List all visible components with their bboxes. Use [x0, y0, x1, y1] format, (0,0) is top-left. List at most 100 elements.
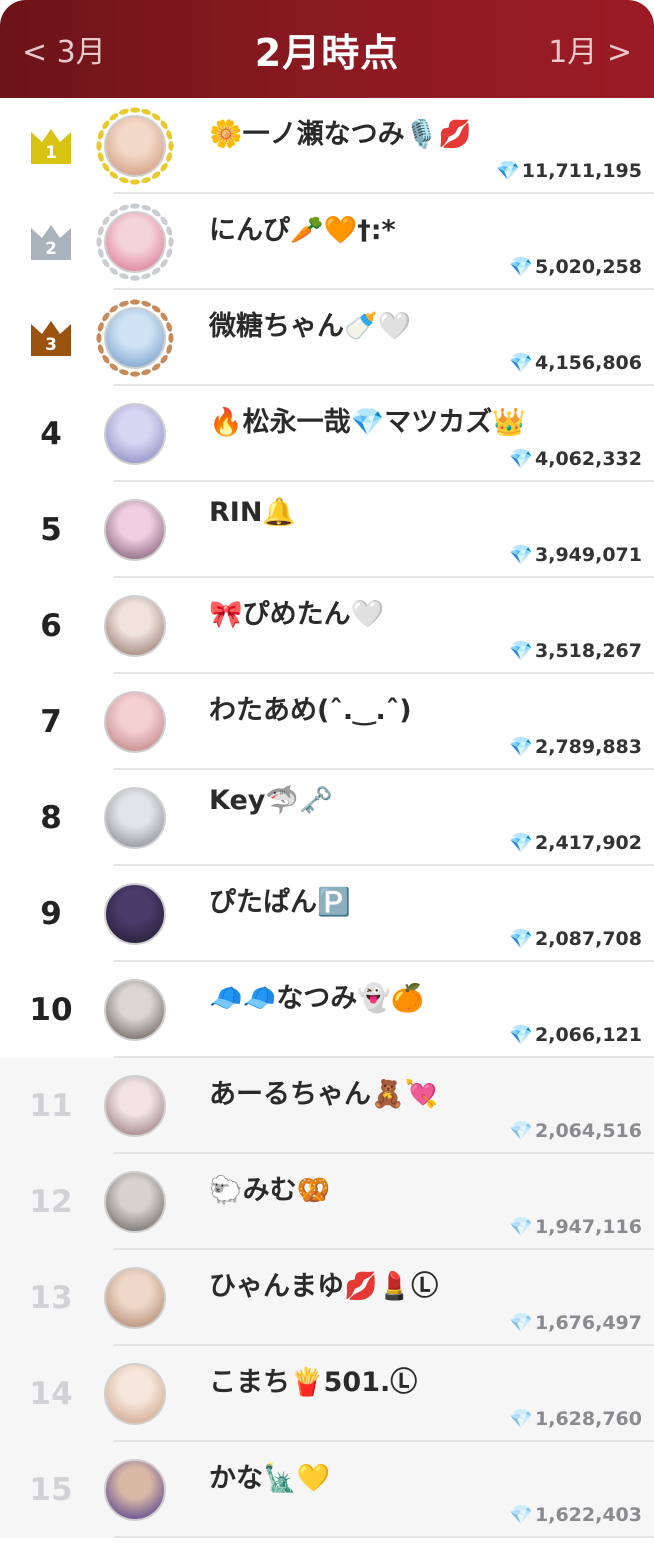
avatar-frame — [104, 1459, 166, 1521]
score-number: 2,066,121 — [535, 1023, 642, 1046]
avatar-frame — [96, 299, 174, 377]
diamond-icon: 💎 — [509, 1120, 534, 1142]
score-number: 3,518,267 — [535, 639, 642, 662]
rank-indicator: 10 — [0, 962, 102, 1058]
ranking-row[interactable]: 10 🧢🧢なつみ👻🍊 💎 2,066,121 — [0, 962, 654, 1058]
rank-indicator: 5 — [0, 482, 102, 578]
avatar-frame — [104, 499, 166, 561]
ranking-row[interactable]: 6 🎀ぴめたん🤍 💎 3,518,267 — [0, 578, 654, 674]
avatar-frame — [96, 203, 174, 281]
rank-indicator: 1 — [0, 98, 102, 194]
avatar[interactable] — [104, 787, 166, 849]
ranking-row[interactable]: 2 にんぴ🥕🧡†:* 💎 5,020,258 — [0, 194, 654, 290]
ranking-row[interactable]: 1 🌼一ノ瀬なつみ🎙️💋 💎 11,711,195 — [0, 98, 654, 194]
avatar[interactable] — [104, 1267, 166, 1329]
diamond-icon: 💎 — [509, 448, 534, 470]
user-name: RIN🔔 — [209, 497, 297, 528]
user-name: 🌼一ノ瀬なつみ🎙️💋 — [209, 119, 472, 150]
laurel-wreath-icon — [96, 107, 174, 185]
avatar[interactable] — [104, 403, 166, 465]
avatar[interactable] — [104, 1363, 166, 1425]
rank-number: 7 — [40, 704, 62, 740]
ranking-card: < 3月 2月時点 1月 > 1 🌼一ノ瀬なつみ🎙️💋 💎 11,711,195 2 にん… — [0, 0, 654, 1568]
rank-indicator: 14 — [0, 1346, 102, 1442]
diamond-icon: 💎 — [509, 1216, 534, 1238]
next-month-button[interactable]: 1月 > — [548, 27, 632, 71]
rank-indicator: 8 — [0, 770, 102, 866]
avatar[interactable] — [104, 883, 166, 945]
user-name: かな🗽💛 — [209, 1463, 331, 1494]
ranking-row[interactable]: 14 こまち🍟501.Ⓛ 💎 1,628,760 — [0, 1346, 654, 1442]
laurel-wreath-icon — [96, 203, 174, 281]
score-number: 1,676,497 — [535, 1311, 642, 1334]
score-number: 11,711,195 — [521, 159, 642, 182]
avatar-frame — [104, 883, 166, 945]
score-number: 2,417,902 — [535, 831, 642, 854]
page-title: 2月時点 — [254, 30, 400, 75]
ranking-row[interactable]: 12 🐑みむ🥨 💎 1,947,116 — [0, 1154, 654, 1250]
score-number: 2,064,516 — [535, 1119, 642, 1142]
score-number: 1,628,760 — [535, 1407, 642, 1430]
rank-indicator: 15 — [0, 1442, 102, 1538]
rank-number: 9 — [40, 896, 62, 932]
avatar-frame — [104, 1363, 166, 1425]
diamond-icon: 💎 — [509, 1312, 534, 1334]
diamond-icon: 💎 — [509, 928, 534, 950]
avatar[interactable] — [104, 1459, 166, 1521]
avatar[interactable] — [104, 1075, 166, 1137]
avatar-frame — [104, 1171, 166, 1233]
ranking-row[interactable]: 4 🔥松永一哉💎マツカズ👑 💎 4,062,332 — [0, 386, 654, 482]
score-number: 4,156,806 — [535, 351, 642, 374]
rank-indicator: 6 — [0, 578, 102, 674]
diamond-icon: 💎 — [509, 544, 534, 566]
score-value: 💎 2,789,883 — [509, 735, 642, 759]
avatar-frame — [104, 1075, 166, 1137]
user-name: ひゃんまゆ💋💄Ⓛ — [209, 1271, 439, 1302]
bronze-crown-icon: 3 — [30, 318, 72, 358]
prev-month-button[interactable]: < 3月 — [22, 27, 106, 71]
score-value: 💎 3,949,071 — [509, 543, 642, 567]
rank-number: 8 — [40, 800, 62, 836]
score-number: 1,622,403 — [535, 1503, 642, 1526]
rank-number: 3 — [45, 335, 57, 355]
rank-number: 4 — [40, 416, 62, 452]
silver-crown-icon: 2 — [30, 222, 72, 262]
score-value: 💎 3,518,267 — [509, 639, 642, 663]
user-name: こまち🍟501.Ⓛ — [209, 1367, 418, 1398]
avatar-frame — [104, 595, 166, 657]
diamond-icon: 💎 — [509, 1024, 534, 1046]
user-name: 🎀ぴめたん🤍 — [209, 599, 385, 630]
avatar[interactable] — [104, 499, 166, 561]
score-value: 💎 5,020,258 — [509, 255, 642, 279]
rank-number: 13 — [29, 1280, 73, 1316]
avatar[interactable] — [104, 691, 166, 753]
user-name: 🧢🧢なつみ👻🍊 — [209, 983, 425, 1014]
score-number: 1,947,116 — [535, 1215, 642, 1238]
score-number: 3,949,071 — [535, 543, 642, 566]
rank-indicator: 11 — [0, 1058, 102, 1154]
score-value: 💎 4,156,806 — [509, 351, 642, 375]
rank-number: 10 — [29, 992, 73, 1028]
ranking-row[interactable]: 15 かな🗽💛 💎 1,622,403 — [0, 1442, 654, 1538]
avatar[interactable] — [104, 1171, 166, 1233]
rank-number: 12 — [29, 1184, 73, 1220]
ranking-row[interactable]: 7 わたあめ(ˆ.‿.ˆ) 💎 2,789,883 — [0, 674, 654, 770]
rank-number: 6 — [40, 608, 62, 644]
avatar[interactable] — [104, 979, 166, 1041]
ranking-row[interactable]: 11 あーるちゃん🧸💘 💎 2,064,516 — [0, 1058, 654, 1154]
rank-indicator: 3 — [0, 290, 102, 386]
ranking-row[interactable]: 9 ぴたぱん🅿️ 💎 2,087,708 — [0, 866, 654, 962]
user-name: ぴたぱん🅿️ — [209, 887, 351, 918]
ranking-row[interactable]: 5 RIN🔔 💎 3,949,071 — [0, 482, 654, 578]
score-value: 💎 1,676,497 — [509, 1311, 642, 1335]
score-value: 💎 2,417,902 — [509, 831, 642, 855]
ranking-row[interactable]: 3 微糖ちゃん🍼🤍 💎 4,156,806 — [0, 290, 654, 386]
user-name: にんぴ🥕🧡†:* — [209, 215, 396, 246]
diamond-icon: 💎 — [509, 1504, 534, 1526]
ranking-row[interactable]: 8 Key🦈🗝️ 💎 2,417,902 — [0, 770, 654, 866]
avatar[interactable] — [104, 595, 166, 657]
user-name: 🐑みむ🥨 — [209, 1175, 331, 1206]
ranking-row[interactable]: 13 ひゃんまゆ💋💄Ⓛ 💎 1,676,497 — [0, 1250, 654, 1346]
score-value: 💎 2,087,708 — [509, 927, 642, 951]
avatar-frame — [104, 403, 166, 465]
